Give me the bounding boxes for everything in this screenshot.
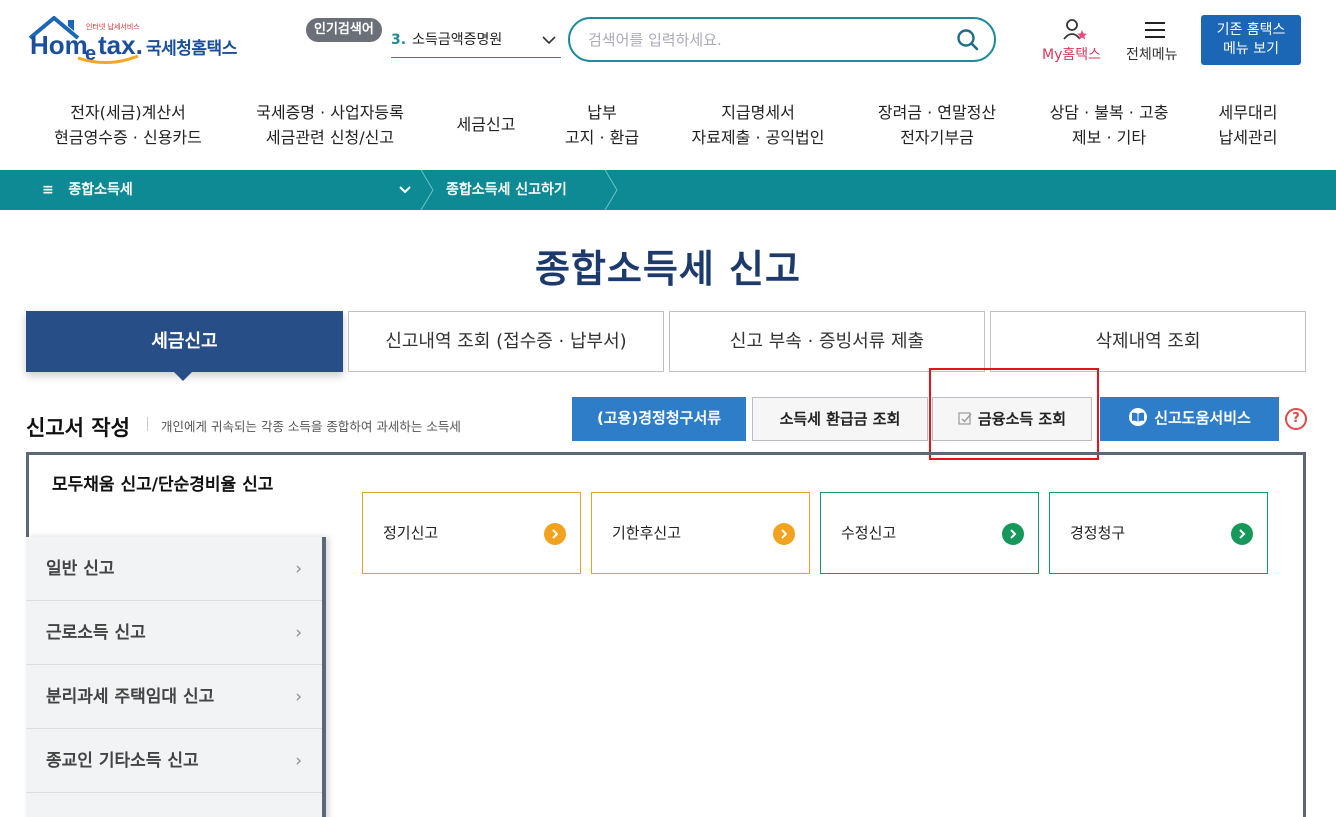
breadcrumb: ≡ 종합소득세 종합소득세 신고하기 <box>0 170 1336 210</box>
tab-tax-filing[interactable]: 세금신고 <box>26 311 343 381</box>
header: Hom e tax. 인터넷 납세서비스 국세청홈택스 인기검색어 3. 소득금액… <box>0 0 1336 88</box>
financial-income-label: 금융소득 조회 <box>977 410 1067 428</box>
chevron-right-icon: › <box>295 687 302 707</box>
popular-term-text: 소득금액증명원 <box>412 32 503 48</box>
tab-filing-history[interactable]: 신고내역 조회 (접수증 · 납부서) <box>348 311 664 372</box>
my-hometax-label: My홈택스 <box>1042 47 1102 63</box>
old-hometax-line1: 기존 홈택스 <box>1216 22 1286 38</box>
old-hometax-menu-button[interactable]: 기존 홈택스 메뉴 보기 <box>1201 15 1301 65</box>
gnb-item-payment[interactable]: 납부 고지 · 환급 <box>556 100 648 152</box>
sidebar-menu: 일반 신고 › 근로소득 신고 › 분리과세 주택임대 신고 › 종교인 기타소… <box>26 537 326 817</box>
section-description: 개인에게 귀속되는 각종 소득을 종합하여 과세하는 소득세 <box>161 419 461 434</box>
popular-search-term[interactable]: 3. 소득금액증명원 <box>391 28 561 58</box>
logo-tagline: 인터넷 납세서비스 <box>86 23 140 31</box>
tab-deleted-history[interactable]: 삭제내역 조회 <box>990 311 1306 372</box>
gnb-label: 세무대리 <box>1218 103 1278 122</box>
gnb-item-certificates[interactable]: 국세증명 · 사업자등록 세금관련 신청/신고 <box>250 100 410 152</box>
sidebar-item-earned-income-filing[interactable]: 근로소득 신고 › <box>26 601 322 665</box>
gnb-label: 고지 · 환급 <box>564 128 640 147</box>
all-menu-button[interactable]: 전체메뉴 <box>1124 18 1188 66</box>
card-correction-claim[interactable]: 경정청구 <box>1049 492 1268 574</box>
search-icon[interactable] <box>956 28 980 52</box>
sidebar-item-label: 종교인 기타소득 신고 <box>46 751 199 771</box>
card-regular-filing[interactable]: 정기신고 <box>362 492 581 574</box>
popular-rank: 3. <box>391 32 407 48</box>
checkbox-icon <box>958 400 972 442</box>
gnb-label: 세금신고 <box>456 115 516 134</box>
my-hometax-button[interactable]: My홈택스 <box>1040 18 1112 66</box>
sidebar-item-label: 근로소득 신고 <box>46 623 146 643</box>
gnb-label: 납부 <box>587 103 617 122</box>
gnb-label: 전자(세금)계산서 <box>70 103 186 122</box>
claim-documents-button[interactable]: (고용)경정청구서류 <box>572 397 746 441</box>
chevron-right-icon: › <box>295 751 302 771</box>
card-label: 경정청구 <box>1070 524 1126 542</box>
hamburger-icon <box>1145 22 1165 38</box>
gnb-item-payment-statements[interactable]: 지급명세서 자료제출 · 공익법인 <box>686 100 830 152</box>
gnb-label: 납세관리 <box>1218 128 1278 147</box>
gnb-item-tax-agent[interactable]: 세무대리 납세관리 <box>1212 100 1284 152</box>
gnb-item-tax-filing[interactable]: 세금신고 <box>450 112 522 164</box>
gnb-label: 세금관련 신청/신고 <box>265 128 395 147</box>
gnb-item-incentives[interactable]: 장려금 · 연말정산 전자기부금 <box>870 100 1004 152</box>
tab-supporting-documents[interactable]: 신고 부속 · 증빙서류 제출 <box>669 311 985 372</box>
filing-panel: 모두채움 신고/단순경비율 신고 일반 신고 › 근로소득 신고 › 분리과세 … <box>26 452 1306 817</box>
sidebar-item-prefilled-filing[interactable]: 모두채움 신고/단순경비율 신고 <box>29 455 326 539</box>
help-icon[interactable]: ? <box>1285 408 1307 430</box>
breadcrumb-separator-icon <box>604 170 618 210</box>
chevron-right-icon: › <box>295 623 302 643</box>
gnb-item-e-invoice[interactable]: 전자(세금)계산서 현금영수증 · 신용카드 <box>48 100 208 152</box>
main-navigation: 전자(세금)계산서 현금영수증 · 신용카드 국세증명 · 사업자등록 세금관련… <box>0 88 1336 170</box>
breadcrumb-separator-icon <box>420 170 434 210</box>
arrow-right-circle-icon <box>544 523 566 545</box>
section-divider <box>147 417 148 431</box>
sidebar-item-housing-rental-filing[interactable]: 분리과세 주택임대 신고 › <box>26 665 322 729</box>
financial-income-button[interactable]: 금융소득 조회 <box>932 397 1092 441</box>
card-amended-filing[interactable]: 수정신고 <box>820 492 1039 574</box>
hometax-logo[interactable]: Hom e tax. 인터넷 납세서비스 국세청홈택스 <box>28 16 243 68</box>
popular-search-badge: 인기검색어 <box>306 18 382 42</box>
filing-help-service-button[interactable]: 신고도움서비스 <box>1100 397 1279 441</box>
gnb-label: 자료제출 · 공익법인 <box>691 128 825 147</box>
sidebar-item-general-filing[interactable]: 일반 신고 › <box>26 537 322 601</box>
gnb-label: 현금영수증 · 신용카드 <box>54 128 202 147</box>
breadcrumb-current[interactable]: 종합소득세 신고하기 <box>446 170 567 210</box>
breadcrumb-category-select[interactable]: ≡ 종합소득세 <box>28 170 418 210</box>
search-input[interactable] <box>588 27 948 53</box>
gnb-item-consultation[interactable]: 상담 · 불복 · 고충 제보 · 기타 <box>1042 100 1176 152</box>
sidebar-item-label: 분리과세 주택임대 신고 <box>46 687 215 707</box>
refund-lookup-button[interactable]: 소득세 환급금 조회 <box>752 397 928 441</box>
chevron-down-icon[interactable] <box>541 32 557 56</box>
chevron-right-icon: › <box>295 559 302 579</box>
gnb-label: 지급명세서 <box>721 103 795 122</box>
arrow-right-circle-icon <box>1231 523 1253 545</box>
all-menu-label: 전체메뉴 <box>1126 47 1178 63</box>
gnb-label: 전자기부금 <box>900 128 974 147</box>
svg-text:Hom: Hom <box>30 30 88 60</box>
menu-icon: ≡ <box>42 182 54 198</box>
filing-help-service-label: 신고도움서비스 <box>1154 409 1251 427</box>
card-label: 수정신고 <box>841 524 897 542</box>
arrow-right-circle-icon <box>1002 523 1024 545</box>
gnb-label: 제보 · 기타 <box>1071 128 1147 147</box>
gnb-label: 국세증명 · 사업자등록 <box>256 103 404 122</box>
user-icon <box>1063 19 1087 40</box>
page-title: 종합소득세 신고 <box>535 247 801 291</box>
section-title: 신고서 작성 <box>26 416 130 440</box>
arrow-right-circle-icon <box>773 523 795 545</box>
breadcrumb-category: 종합소득세 <box>68 182 133 198</box>
card-label: 정기신고 <box>383 524 439 542</box>
sidebar-item-religious-income-filing[interactable]: 종교인 기타소득 신고 › <box>26 729 322 793</box>
book-icon <box>1128 400 1148 442</box>
old-hometax-line2: 메뉴 보기 <box>1223 41 1279 57</box>
sidebar-item-label: 일반 신고 <box>46 559 115 579</box>
gnb-label: 장려금 · 연말정산 <box>877 103 997 122</box>
search-box <box>568 17 996 62</box>
gnb-label: 상담 · 불복 · 고충 <box>1049 103 1169 122</box>
chevron-down-icon <box>398 170 412 226</box>
card-label: 기한후신고 <box>612 524 682 542</box>
card-late-filing[interactable]: 기한후신고 <box>591 492 810 574</box>
logo-brand-text: 국세청홈택스 <box>146 39 237 59</box>
